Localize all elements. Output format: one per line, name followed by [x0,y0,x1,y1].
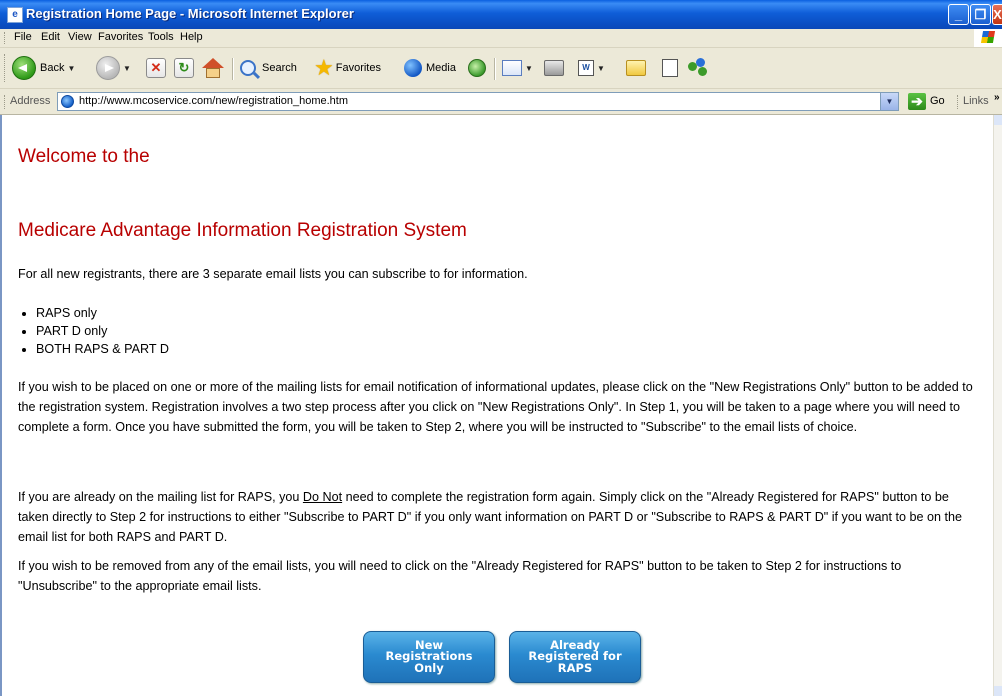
favorites-star-icon: ★ [314,55,334,80]
refresh-icon: ↻ [174,58,194,78]
home-button[interactable] [202,56,224,80]
menu-edit[interactable]: Edit [41,31,60,43]
refresh-button[interactable]: ↻ [174,56,194,80]
back-label: Back [40,62,65,74]
toolbar-separator [494,58,496,80]
list-item: BOTH RAPS & PART D [36,340,169,358]
menu-tools[interactable]: Tools [148,31,174,43]
page-viewport: Welcome to the Medicare Advantage Inform… [0,115,1002,696]
search-label: Search [262,62,297,74]
discuss-button[interactable] [662,56,678,80]
forward-button[interactable]: ▼ [96,56,131,80]
menu-file[interactable]: File [14,31,32,43]
toolbar-separator [232,58,234,80]
go-button[interactable]: Go [930,95,945,107]
favorites-button[interactable]: ★ Favorites [314,56,381,80]
list-item: RAPS only [36,304,169,322]
toolbar-grip[interactable] [4,54,7,82]
window-title: Registration Home Page - Microsoft Inter… [26,6,354,21]
media-label: Media [426,62,456,74]
media-icon [404,59,422,77]
new-registrations-button[interactable]: New Registrations Only [363,631,495,683]
menu-view[interactable]: View [68,31,92,43]
links-grip[interactable] [957,95,960,109]
addressbar-grip[interactable] [4,95,7,109]
menubar-grip[interactable] [4,32,7,44]
vertical-scrollbar[interactable] [993,115,1002,696]
system-title: Medicare Advantage Information Registrat… [18,220,467,241]
menu-bar: File Edit View Favorites Tools Help [0,29,1002,48]
minimize-button[interactable]: _ [948,4,969,25]
media-button[interactable]: Media [404,56,456,80]
links-chevron-icon[interactable]: » [994,92,1000,103]
favorites-label: Favorites [335,62,381,74]
search-icon [240,60,256,76]
do-not-emphasis: Do Not [302,490,343,504]
stop-icon: ✕ [146,58,166,78]
mail-button[interactable]: ▼ [502,56,533,80]
close-button[interactable]: X [992,4,1002,25]
home-icon [202,58,224,78]
forward-dropdown-icon[interactable]: ▼ [123,64,131,73]
email-list: RAPS only PART D only BOTH RAPS & PART D [18,304,169,358]
already-registered-label: Already Registered for RAPS [528,637,622,675]
address-bar: Address http://www.mcoservice.com/new/re… [0,89,1002,115]
ie-window-icon[interactable]: e [7,7,23,23]
folder-button[interactable] [626,56,646,80]
address-dropdown-icon[interactable]: ▼ [880,93,898,110]
registration-instructions: If you wish to be placed on one or more … [18,380,973,434]
edit-dropdown-icon[interactable]: ▼ [597,64,605,73]
mail-dropdown-icon[interactable]: ▼ [525,64,533,73]
menu-favorites[interactable]: Favorites [98,31,143,43]
back-arrow-icon [12,56,36,80]
maximize-button[interactable]: ❐ [970,4,991,25]
standard-toolbar: Back ▼ ▼ ✕ ↻ Search ★ Favorites Media ▼ … [0,48,1002,89]
new-registrations-label: New Registrations Only [385,637,473,675]
messenger-button[interactable] [688,56,710,80]
mail-icon [502,60,522,76]
already-registered-button[interactable]: Already Registered for RAPS [509,631,641,683]
already-registered-instructions: If you are already on the mailing list f… [18,487,983,547]
folder-icon [626,60,646,76]
menu-help[interactable]: Help [180,31,203,43]
welcome-heading: Welcome to the [18,146,150,167]
print-button[interactable] [544,56,564,80]
forward-arrow-icon [96,56,120,80]
edit-word-icon: W [578,60,594,76]
address-input[interactable]: http://www.mcoservice.com/new/registrati… [57,92,899,111]
messenger-icon [688,58,710,78]
back-dropdown-icon[interactable]: ▼ [67,64,75,73]
back-button[interactable]: Back ▼ [12,56,75,80]
scroll-up-icon[interactable] [994,115,1002,125]
scroll-down-icon[interactable] [994,686,1002,696]
page-icon [61,95,74,108]
print-icon [544,60,564,76]
history-button[interactable] [468,56,486,80]
links-label[interactable]: Links [963,95,989,107]
go-arrow-icon[interactable]: ➔ [908,93,926,110]
search-button[interactable]: Search [240,56,297,80]
edit-button[interactable]: W ▼ [578,56,605,80]
address-url[interactable]: http://www.mcoservice.com/new/registrati… [79,95,348,107]
windows-logo-icon [974,29,1002,47]
window-titlebar[interactable]: e Registration Home Page - Microsoft Int… [0,0,1002,29]
unsubscribe-instructions: If you wish to be removed from any of th… [18,559,902,593]
address-label: Address [10,95,51,107]
intro-text: For all new registrants, there are 3 sep… [18,267,528,281]
discuss-icon [662,59,678,77]
history-icon [468,59,486,77]
para2-text-start: If you are already on the mailing list f… [18,490,303,504]
stop-button[interactable]: ✕ [146,56,166,80]
list-item: PART D only [36,322,169,340]
